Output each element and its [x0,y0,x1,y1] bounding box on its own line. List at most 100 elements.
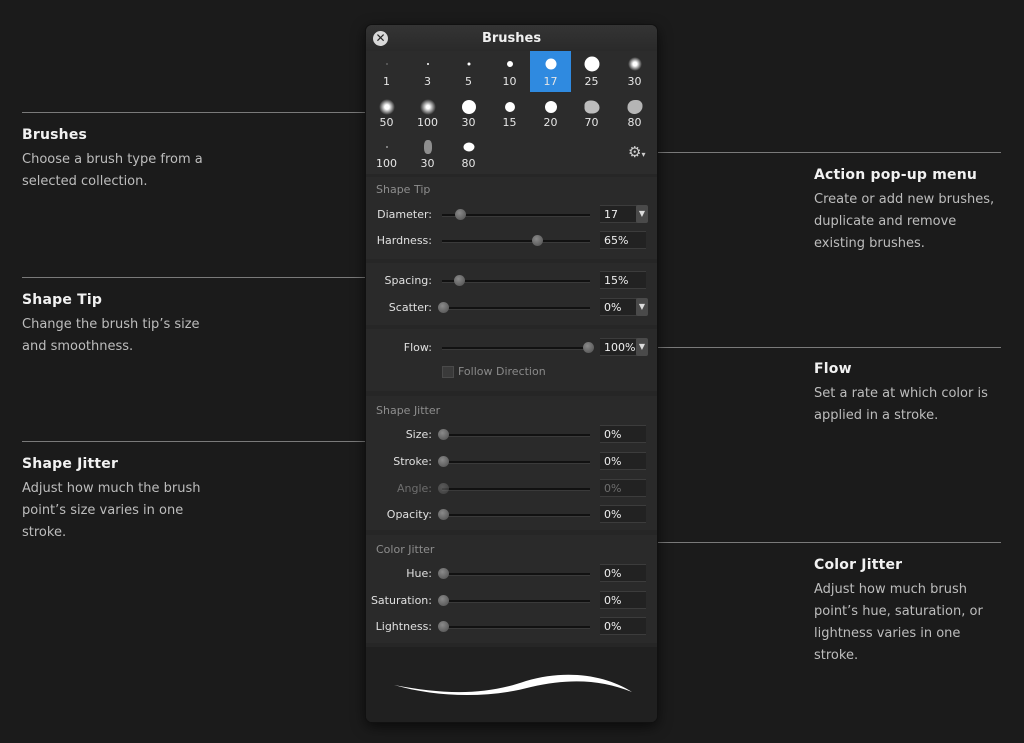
opacity-slider[interactable] [442,514,590,517]
scatter-dropdown-icon[interactable]: ▼ [636,298,648,316]
opacity-field[interactable]: 0% [600,505,646,523]
color-jitter-leader-line [643,542,1001,543]
brush-cell[interactable]: 30 [612,51,657,92]
annotation-flow-text: Set a rate at which color is applied in … [814,386,988,423]
brush-size-label: 10 [502,75,517,88]
scatter-label: Scatter: [388,301,432,314]
soft-brush-tip-icon [627,57,642,71]
panel-titlebar: ✕ Brushes [366,25,657,51]
brush-cell[interactable]: 80 [612,92,657,133]
diameter-row: Diameter: 17 ▼ [366,205,657,225]
brush-size-label: 25 [584,75,599,88]
size-field[interactable]: 0% [600,425,646,443]
brush-cell[interactable]: 30 [407,133,448,174]
annotation-color-jitter: Color Jitter Adjust how much brush point… [814,557,1004,667]
diameter-label: Diameter: [377,208,432,221]
hardness-slider[interactable] [442,240,590,243]
angle-label: Angle: [396,482,432,495]
brushes-leader-line [22,112,374,113]
annotation-shape-jitter-title: Shape Jitter [22,456,119,472]
brush-cell[interactable]: 15 [489,92,530,133]
flow-slider[interactable] [442,347,590,350]
flow-dropdown-icon[interactable]: ▼ [636,338,648,356]
texture-brush-tip-icon [584,100,599,114]
follow-direction-checkbox[interactable] [442,366,454,378]
diameter-dropdown-icon[interactable]: ▼ [636,205,648,223]
shape-jitter-title: Shape Jitter [376,404,441,417]
annotation-shape-tip: Shape Tip Change the brush tip’s size an… [22,292,222,358]
texture-brush-tip-icon [423,140,432,154]
brush-tip-icon [506,61,513,67]
flow-row: Flow: 100% ▼ [366,338,657,358]
saturation-label: Saturation: [370,594,432,607]
saturation-slider[interactable] [442,600,590,603]
opacity-slider-knob[interactable] [438,509,449,520]
hardness-slider-knob[interactable] [532,235,543,246]
hue-slider[interactable] [442,573,590,576]
stroke-preview-icon [394,674,632,696]
annotation-shape-tip-text: Change the brush tip’s size and smoothne… [22,317,200,354]
brush-tip-icon [544,101,557,113]
saturation-slider-knob[interactable] [438,595,449,606]
brush-cell[interactable]: 10 [489,51,530,92]
opacity-row: Opacity: 0% [366,505,657,525]
gear-icon[interactable]: ⚙▾ [628,143,645,161]
scatter-slider-knob[interactable] [438,302,449,313]
empty-brush-cell [530,133,571,174]
annotation-shape-jitter: Shape Jitter Adjust how much the brush p… [22,456,222,544]
stroke-field[interactable]: 0% [600,452,646,470]
hue-slider-knob[interactable] [438,568,449,579]
spacing-field[interactable]: 15% [600,271,646,289]
lightness-slider-knob[interactable] [438,621,449,632]
brush-tip-icon [461,100,476,114]
annotation-color-jitter-text: Adjust how much brush point’s hue, satur… [814,582,983,663]
brush-cell[interactable]: 100 [366,133,407,174]
brush-tip-icon [386,63,387,65]
stroke-slider[interactable] [442,461,590,464]
brush-size-label: 15 [502,116,517,129]
size-slider[interactable] [442,434,590,437]
size-slider-knob[interactable] [438,429,449,440]
stroke-label: Stroke: [393,455,432,468]
saturation-field[interactable]: 0% [600,591,646,609]
brush-size-label: 5 [465,75,472,88]
brush-size-label: 3 [424,75,431,88]
brush-size-label: 1 [383,75,390,88]
scatter-slider[interactable] [442,307,590,310]
angle-row: Angle: 0% [366,479,657,499]
hardness-field[interactable]: 65% [600,231,646,249]
brush-size-label: 30 [420,157,435,170]
lightness-slider[interactable] [442,626,590,629]
lightness-field[interactable]: 0% [600,617,646,635]
brush-cell[interactable]: 50 [366,92,407,133]
saturation-row: Saturation: 0% [366,591,657,611]
brush-tip-icon [426,63,429,65]
brush-tip-icon [467,62,470,66]
brush-cell[interactable]: 100 [407,92,448,133]
brush-cell[interactable]: 80 [448,133,489,174]
panel-title: Brushes [481,31,542,46]
spacing-slider-knob[interactable] [454,275,465,286]
angle-slider-knob [438,483,449,494]
annotation-brushes-text: Choose a brush type from a selected coll… [22,152,203,189]
angle-slider [442,488,590,491]
brush-tip-icon [504,102,515,112]
hardness-label: Hardness: [376,234,432,247]
color-jitter-title: Color Jitter [376,543,435,556]
hue-field[interactable]: 0% [600,564,646,582]
brush-size-label: 80 [627,116,642,129]
brush-cell[interactable]: 5 [448,51,489,92]
texture-brush-tip-icon [627,100,642,114]
stroke-slider-knob[interactable] [438,456,449,467]
brush-cell[interactable]: 30 [448,92,489,133]
diameter-slider-knob[interactable] [455,209,466,220]
brush-cell[interactable]: 1 [366,51,407,92]
brush-cell[interactable]: 20 [530,92,571,133]
brush-size-label: 17 [543,75,558,88]
brush-cell[interactable]: 25 [571,51,612,92]
brush-cell[interactable]: 70 [571,92,612,133]
flow-slider-knob[interactable] [583,342,594,353]
brush-cell-selected[interactable]: 17 [530,51,571,92]
brush-cell[interactable]: 3 [407,51,448,92]
stroke-row: Stroke: 0% [366,452,657,472]
